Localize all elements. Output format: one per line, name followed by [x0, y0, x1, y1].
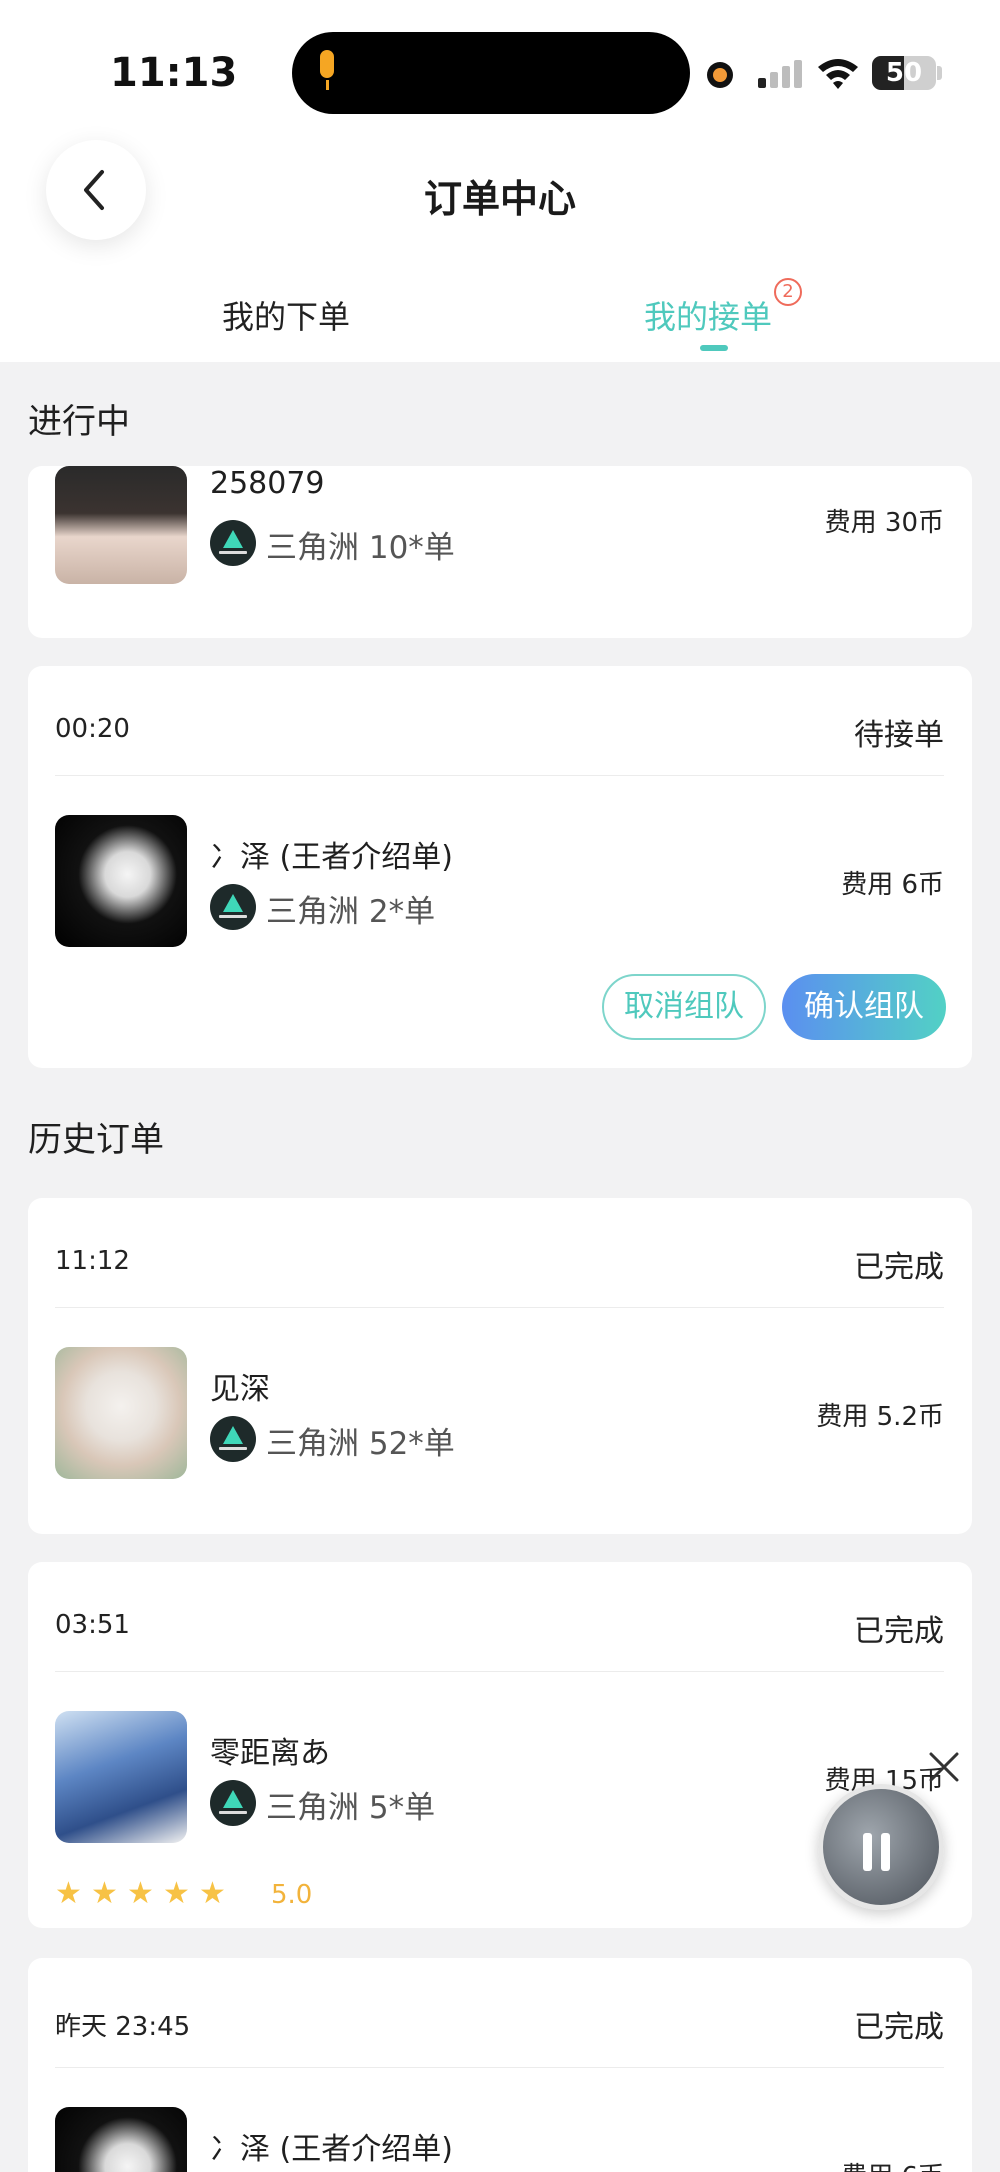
battery-icon: 50	[872, 56, 936, 90]
section-history: 历史订单	[28, 1120, 164, 1160]
order-time: 11:12	[55, 1246, 130, 1276]
section-in-progress: 进行中	[28, 402, 130, 442]
game-order: 三角洲 10*单	[266, 530, 455, 566]
order-card[interactable]: 258079 三角洲 10*单 费用 30币	[28, 466, 972, 638]
floating-player-button[interactable]	[818, 1784, 944, 1910]
nickname: 见深	[210, 1372, 270, 1407]
game-order: 三角洲 2*单	[266, 894, 436, 930]
star-icon: ★	[127, 1876, 154, 1911]
order-status: 已完成	[854, 1250, 944, 1285]
rating-score: 5.0	[271, 1880, 313, 1910]
order-fee: 费用 30币	[824, 508, 944, 538]
nickname: 零距离あ	[210, 1736, 330, 1771]
cancel-team-button[interactable]: 取消组队	[602, 974, 766, 1040]
game-order: 三角洲 5*单	[266, 1790, 436, 1826]
tab-my-orders[interactable]: 我的下单	[222, 292, 350, 338]
game-logo-icon	[210, 1416, 256, 1462]
order-time: 00:20	[55, 714, 130, 744]
tab-badge: 2	[774, 278, 802, 306]
star-icon: ★	[199, 1876, 226, 1911]
tab-active-indicator	[700, 345, 728, 351]
order-status: 已完成	[854, 1614, 944, 1649]
avatar	[55, 2107, 187, 2172]
top-bar: 11:13 50 订单中心 我的下单 我的接单 2	[0, 0, 1000, 362]
avatar	[55, 466, 187, 584]
order-time: 昨天 23:45	[55, 2012, 191, 2042]
nickname: 冫泽 (王者介绍单)	[210, 2132, 453, 2167]
nickname: 258079	[210, 466, 325, 501]
order-card[interactable]: 00:20 待接单 冫泽 (王者介绍单) 三角洲 2*单 费用 6币 取消组队 …	[28, 666, 972, 1068]
tab-my-accepted[interactable]: 我的接单	[644, 292, 772, 338]
page-title: 订单中心	[423, 177, 576, 221]
game-logo-icon	[210, 1780, 256, 1826]
dynamic-island	[292, 32, 690, 114]
recording-indicator-icon	[707, 62, 733, 88]
order-time: 03:51	[55, 1610, 130, 1640]
order-status: 待接单	[854, 718, 944, 753]
close-icon[interactable]	[925, 1748, 963, 1786]
game-logo-icon	[210, 884, 256, 930]
game-order: 三角洲 52*单	[266, 1426, 455, 1462]
battery-level: 50	[885, 58, 923, 88]
order-fee: 费用 6币	[841, 2156, 944, 2172]
avatar	[55, 1347, 187, 1479]
star-icon: ★	[163, 1876, 190, 1911]
star-icon: ★	[55, 1876, 82, 1911]
confirm-team-button[interactable]: 确认组队	[782, 974, 946, 1040]
avatar	[55, 815, 187, 947]
order-status: 已完成	[854, 2010, 944, 2045]
order-card[interactable]: 昨天 23:45 已完成 冫泽 (王者介绍单) 费用 6币	[28, 1958, 972, 2172]
microphone-icon	[320, 50, 334, 78]
order-fee: 费用 6币	[841, 870, 944, 900]
nickname: 冫泽 (王者介绍单)	[210, 840, 453, 875]
status-time: 11:13	[110, 50, 238, 96]
order-fee: 费用 5.2币	[816, 1402, 944, 1432]
avatar	[55, 1711, 187, 1843]
game-logo-icon	[210, 520, 256, 566]
star-icon: ★	[91, 1876, 118, 1911]
order-card[interactable]: 11:12 已完成 见深 三角洲 52*单 费用 5.2币	[28, 1198, 972, 1534]
wifi-icon	[818, 59, 858, 89]
cellular-signal-icon	[758, 58, 804, 88]
